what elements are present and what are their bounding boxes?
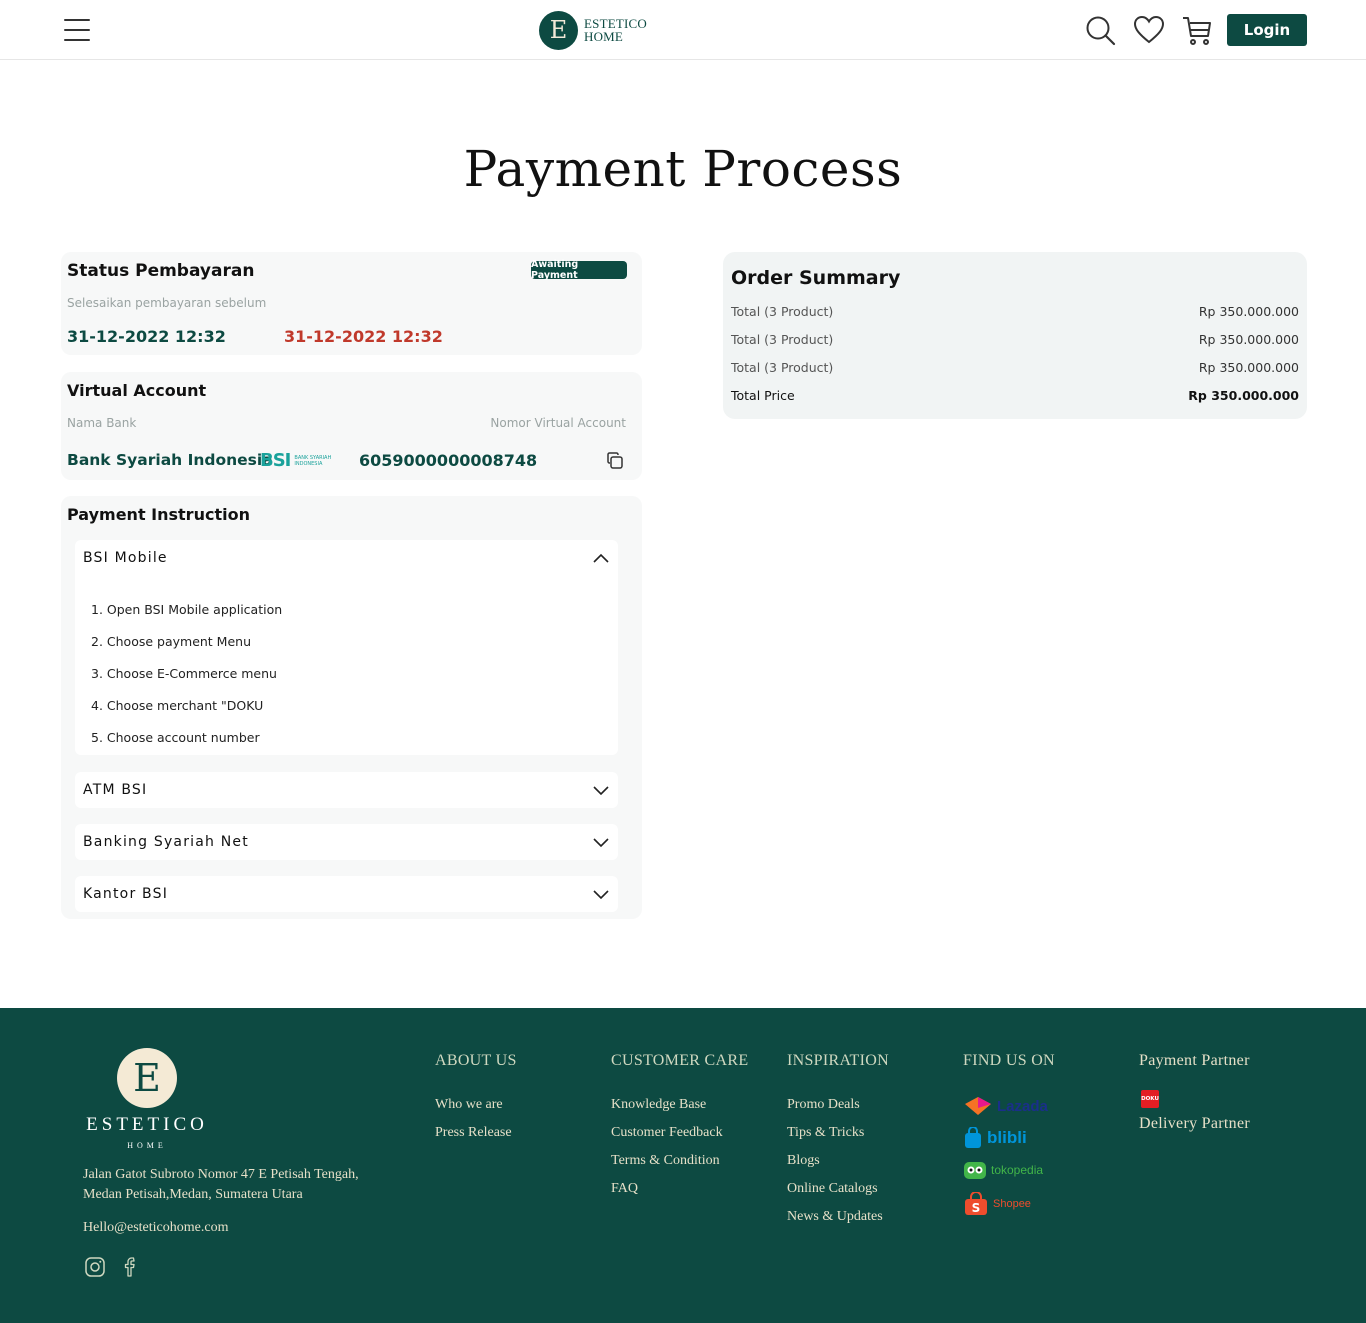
- bank-name: Bank Syariah Indonesia: [67, 451, 273, 469]
- blibli-link[interactable]: blibli: [963, 1126, 1027, 1150]
- summary-row: Total (3 Product) Rp 350.000.000: [731, 360, 1299, 375]
- instruction-step: 5. Choose account number: [91, 730, 260, 745]
- chevron-down-icon[interactable]: [592, 886, 610, 902]
- instruction-steps: 1. Open BSI Mobile application 2. Choose…: [91, 602, 282, 762]
- footer-heading-care: CUSTOMER CARE: [611, 1052, 749, 1069]
- footer-link[interactable]: News & Updates: [787, 1209, 883, 1225]
- accordion-atm-bsi: ATM BSI: [75, 772, 618, 808]
- doku-logo: DOKU: [1141, 1090, 1159, 1108]
- footer-link[interactable]: Online Catalogs: [787, 1181, 878, 1197]
- bsi-logo: BSI BANK SYARIAH INDONESIA: [260, 450, 332, 471]
- status-title: Status Pembayaran: [67, 261, 255, 281]
- instruction-step: 2. Choose payment Menu: [91, 634, 251, 649]
- shopee-icon: S: [965, 1192, 987, 1215]
- heart-icon[interactable]: [1133, 14, 1165, 46]
- deadline-date: 31-12-2022 12:32: [284, 327, 443, 346]
- status-subtitle: Selesaikan pembayaran sebelum: [67, 296, 267, 310]
- instruction-title: Payment Instruction: [67, 505, 250, 524]
- top-header: E ESTETICO HOME Login: [0, 0, 1366, 60]
- lazada-icon: [965, 1097, 991, 1115]
- summary-row: Total (3 Product) Rp 350.000.000: [731, 304, 1299, 319]
- blibli-icon: [965, 1127, 981, 1148]
- footer-link[interactable]: Press Release: [435, 1125, 512, 1141]
- footer-logo-mark: E: [117, 1048, 177, 1108]
- footer-link[interactable]: Terms & Condition: [611, 1153, 720, 1169]
- status-badge: Awaiting Payment: [531, 259, 627, 281]
- site-footer: E ESTETICO HOME Jalan Gatot Subroto Nomo…: [0, 1008, 1366, 1323]
- instagram-icon[interactable]: [84, 1256, 106, 1278]
- footer-link[interactable]: Knowledge Base: [611, 1097, 706, 1113]
- tokopedia-link[interactable]: tokopedia: [963, 1158, 1043, 1182]
- chevron-up-icon[interactable]: [592, 550, 610, 566]
- footer-link[interactable]: Who we are: [435, 1097, 503, 1113]
- svg-text:S: S: [972, 1201, 981, 1215]
- search-icon[interactable]: [1084, 14, 1116, 46]
- accordion-label: ATM BSI: [83, 782, 148, 798]
- footer-heading-find-us: FIND US ON: [963, 1052, 1055, 1069]
- lazada-link[interactable]: Lazada: [963, 1094, 1048, 1118]
- va-number: 6059000000008748: [359, 451, 538, 470]
- brand-logo[interactable]: E ESTETICO HOME: [539, 10, 647, 50]
- footer-link[interactable]: Blogs: [787, 1153, 820, 1169]
- accordion-banking-syariah-net: Banking Syariah Net: [75, 824, 618, 860]
- chevron-down-icon[interactable]: [592, 834, 610, 850]
- accordion-label: Banking Syariah Net: [83, 834, 249, 850]
- copy-icon[interactable]: [605, 451, 625, 471]
- virtual-account-card: Virtual Account Nama Bank Nomor Virtual …: [61, 372, 642, 480]
- bank-name-label: Nama Bank: [67, 416, 137, 430]
- accordion-label: BSI Mobile: [83, 550, 168, 566]
- footer-link[interactable]: Customer Feedback: [611, 1125, 723, 1141]
- facebook-icon[interactable]: [120, 1256, 142, 1278]
- status-date: 31-12-2022 12:32: [67, 327, 226, 346]
- accordion-kantor-bsi: Kantor BSI: [75, 876, 618, 912]
- menu-icon[interactable]: [64, 19, 90, 41]
- logo-wordmark: ESTETICO HOME: [584, 16, 647, 44]
- va-number-label: Nomor Virtual Account: [490, 416, 626, 430]
- payment-status-card: Status Pembayaran Awaiting Payment Seles…: [61, 252, 642, 355]
- footer-link[interactable]: FAQ: [611, 1181, 638, 1197]
- footer-heading-inspiration: INSPIRATION: [787, 1052, 889, 1069]
- payment-instruction-card: Payment Instruction BSI Mobile 1. Open B…: [61, 496, 642, 919]
- footer-address: Jalan Gatot Subroto Nomor 47 E Petisah T…: [83, 1167, 359, 1202]
- footer-email[interactable]: Hello@esteticohome.com: [83, 1220, 228, 1236]
- payment-partner-heading: Payment Partner: [1139, 1052, 1250, 1069]
- footer-brand-sub: HOME: [127, 1141, 167, 1150]
- order-summary-card: Order Summary Total (3 Product) Rp 350.0…: [723, 252, 1307, 419]
- instruction-step: 4. Choose merchant "DOKU: [91, 698, 264, 713]
- footer-brand: ESTETICO: [86, 1114, 208, 1135]
- cart-icon[interactable]: [1181, 14, 1213, 46]
- chevron-down-icon[interactable]: [592, 782, 610, 798]
- summary-row: Total (3 Product) Rp 350.000.000: [731, 332, 1299, 347]
- order-summary-title: Order Summary: [731, 267, 901, 289]
- delivery-partner-heading: Delivery Partner: [1139, 1115, 1250, 1132]
- footer-link[interactable]: Tips & Tricks: [787, 1125, 864, 1141]
- footer-heading-about: ABOUT US: [435, 1052, 517, 1069]
- accordion-header-banking-syariah-net[interactable]: Banking Syariah Net: [75, 824, 618, 860]
- shopee-link[interactable]: S Shopee: [963, 1192, 1031, 1216]
- accordion-header-kantor-bsi[interactable]: Kantor BSI: [75, 876, 618, 912]
- instruction-step: 3. Choose E-Commerce menu: [91, 666, 277, 681]
- accordion-header-atm-bsi[interactable]: ATM BSI: [75, 772, 618, 808]
- login-button[interactable]: Login: [1227, 14, 1307, 46]
- instruction-step: 1. Open BSI Mobile application: [91, 602, 283, 617]
- logo-mark: E: [539, 10, 578, 50]
- virtual-account-title: Virtual Account: [67, 381, 207, 400]
- accordion-label: Kantor BSI: [83, 886, 169, 902]
- summary-total-row: Total Price Rp 350.000.000: [731, 388, 1299, 403]
- tokopedia-icon: [964, 1162, 986, 1179]
- page-title: Payment Process: [463, 140, 903, 198]
- accordion-bsi-mobile: BSI Mobile 1. Open BSI Mobile applicatio…: [75, 540, 618, 755]
- footer-link[interactable]: Promo Deals: [787, 1097, 860, 1113]
- accordion-header-bsi-mobile[interactable]: BSI Mobile: [75, 540, 618, 576]
